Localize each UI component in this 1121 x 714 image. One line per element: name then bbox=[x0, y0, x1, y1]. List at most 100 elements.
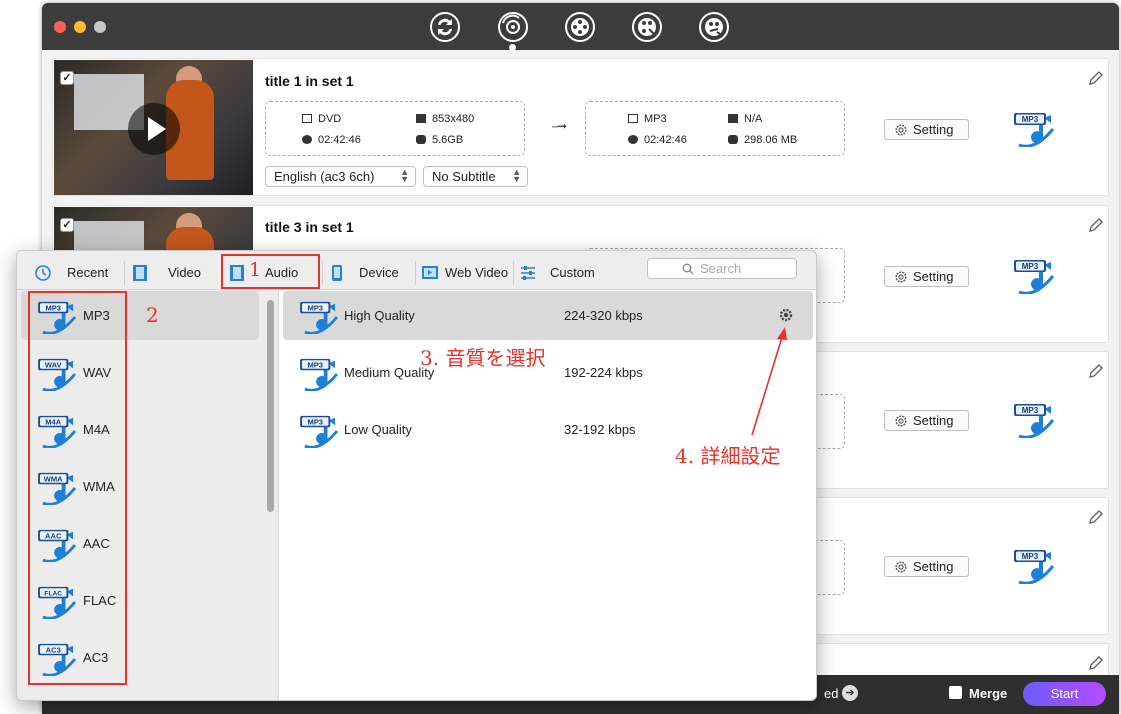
setting-button[interactable]: Setting bbox=[884, 119, 969, 140]
video-editor-icon[interactable] bbox=[631, 11, 663, 43]
tab-label: Custom bbox=[550, 265, 595, 280]
title-bar bbox=[42, 3, 1119, 51]
output-format-icon[interactable]: MP3 bbox=[1013, 258, 1055, 295]
quality-item-high[interactable]: MP3 High Quality 224-320 kbps bbox=[283, 291, 813, 340]
subtitle-select[interactable]: No Subtitle ▲ ▼ bbox=[423, 166, 528, 187]
badge-label: MP3 bbox=[1022, 262, 1039, 271]
merge-checkbox[interactable] bbox=[949, 686, 962, 699]
minimize-window-button[interactable] bbox=[74, 21, 86, 33]
source-size: 5.6GB bbox=[432, 134, 464, 146]
output-path-label: ed bbox=[824, 686, 839, 701]
clock-icon bbox=[302, 135, 312, 144]
search-input[interactable]: Search bbox=[647, 258, 797, 279]
play-icon[interactable] bbox=[128, 103, 180, 155]
zoom-window-button[interactable] bbox=[94, 21, 106, 33]
sliders-icon bbox=[521, 266, 535, 280]
subtitle-value: No Subtitle bbox=[432, 169, 496, 184]
title-card[interactable]: ✓ title 1 in set 1 DVD 853x480 02:42:46 … bbox=[52, 58, 1109, 196]
tab-label: Video bbox=[168, 265, 202, 280]
output-format: MP3 bbox=[644, 113, 667, 125]
annotation-step-3: 3. 音質を選択 bbox=[420, 346, 546, 370]
audio-format-badge-icon: MP3 bbox=[300, 415, 339, 448]
title-checkbox[interactable]: ✓ bbox=[60, 218, 74, 232]
tab-label: Web Video bbox=[445, 265, 509, 280]
quality-name: Low Quality bbox=[344, 422, 412, 437]
video-thumbnail[interactable] bbox=[54, 60, 253, 195]
annotation-box-audio-tab bbox=[221, 254, 320, 289]
output-info-box: MP3 N/A 02:42:46 298.06 MB bbox=[585, 101, 845, 156]
gear-icon bbox=[895, 124, 907, 136]
annotation-arrow bbox=[751, 327, 787, 436]
edit-pencil-icon[interactable] bbox=[1087, 508, 1105, 526]
film-icon bbox=[133, 265, 147, 281]
badge-label: MP3 bbox=[307, 417, 323, 426]
gear-icon[interactable] bbox=[778, 307, 794, 323]
badge-label: MP3 bbox=[1022, 552, 1039, 561]
setting-label: Setting bbox=[913, 559, 954, 574]
setting-button[interactable]: Setting bbox=[884, 556, 969, 577]
annotation-step-4: 4. 詳細設定 bbox=[675, 444, 781, 468]
format-popup: Recent Video Audio Device Web Video Cust… bbox=[16, 250, 817, 701]
search-icon bbox=[682, 263, 694, 275]
title-name: title 3 in set 1 bbox=[265, 219, 354, 235]
edit-pencil-icon[interactable] bbox=[1087, 216, 1105, 234]
quality-name: High Quality bbox=[344, 308, 415, 323]
quality-bitrate: 32-192 kbps bbox=[564, 422, 636, 437]
badge-label: MP3 bbox=[307, 360, 323, 369]
output-size: 298.06 MB bbox=[744, 134, 798, 146]
setting-button[interactable]: Setting bbox=[884, 410, 969, 431]
tab-device[interactable]: Device bbox=[328, 260, 418, 286]
tab-recent[interactable]: Recent bbox=[34, 260, 124, 286]
tab-label: Recent bbox=[67, 265, 109, 280]
source-format: DVD bbox=[318, 113, 342, 125]
film-icon bbox=[302, 114, 312, 123]
quality-list: MP3 High Quality 224-320 kbps MP3 Medium… bbox=[279, 290, 816, 700]
annotation-step-2: 2 bbox=[146, 303, 159, 327]
edit-pencil-icon[interactable] bbox=[1087, 654, 1105, 672]
gear-icon bbox=[895, 271, 907, 283]
setting-label: Setting bbox=[913, 122, 954, 137]
database-icon bbox=[416, 135, 426, 144]
tab-video[interactable]: Video bbox=[131, 260, 221, 286]
quality-item-medium[interactable]: MP3 Medium Quality 192-224 kbps bbox=[283, 348, 813, 397]
open-folder-arrow-icon[interactable]: ➔ bbox=[842, 685, 858, 701]
tab-custom[interactable]: Custom bbox=[519, 260, 609, 286]
tab-label: Device bbox=[359, 265, 399, 280]
recent-clock-icon bbox=[35, 265, 51, 281]
edit-pencil-icon[interactable] bbox=[1087, 362, 1105, 380]
badge-label: MP3 bbox=[1022, 115, 1039, 124]
close-window-button[interactable] bbox=[54, 21, 66, 33]
annotation-box-format-list bbox=[28, 291, 127, 685]
select-arrows-icon: ▲ ▼ bbox=[400, 167, 409, 184]
monitor-icon bbox=[728, 114, 738, 123]
audio-track-value: English (ac3 6ch) bbox=[274, 169, 375, 184]
output-format-icon[interactable]: MP3 bbox=[1013, 111, 1055, 148]
edit-pencil-icon[interactable] bbox=[1087, 69, 1105, 87]
start-button[interactable]: Start bbox=[1023, 682, 1106, 706]
format-tabs: Recent Video Audio Device Web Video Cust… bbox=[17, 251, 816, 290]
audio-track-select[interactable]: English (ac3 6ch) ▲ ▼ bbox=[265, 166, 416, 187]
convert-mode-icon[interactable] bbox=[429, 11, 461, 43]
toolbox-icon[interactable] bbox=[698, 11, 730, 43]
title-checkbox[interactable]: ✓ bbox=[60, 71, 74, 85]
output-resolution: N/A bbox=[744, 113, 763, 125]
badge-label: MP3 bbox=[307, 303, 323, 312]
format-list-scrollbar[interactable] bbox=[267, 300, 274, 512]
gear-icon bbox=[895, 415, 907, 427]
clock-icon bbox=[628, 135, 638, 144]
setting-button[interactable]: Setting bbox=[884, 266, 969, 287]
gear-icon bbox=[895, 561, 907, 573]
source-info-box: DVD 853x480 02:42:46 5.6GB bbox=[265, 101, 525, 156]
setting-label: Setting bbox=[913, 269, 954, 284]
rip-mode-icon[interactable] bbox=[497, 11, 529, 43]
annotation-step-1: 1 bbox=[249, 259, 262, 281]
copy-mode-icon[interactable] bbox=[564, 11, 596, 43]
film-icon bbox=[628, 114, 638, 123]
output-format-icon[interactable]: MP3 bbox=[1013, 402, 1055, 439]
audio-format-badge-icon: MP3 bbox=[300, 358, 339, 391]
audio-format-badge-icon: MP3 bbox=[1014, 260, 1055, 295]
tab-web-video[interactable]: Web Video bbox=[421, 260, 515, 286]
output-format-icon[interactable]: MP3 bbox=[1013, 548, 1055, 585]
active-mode-indicator bbox=[509, 44, 516, 51]
setting-label: Setting bbox=[913, 413, 954, 428]
